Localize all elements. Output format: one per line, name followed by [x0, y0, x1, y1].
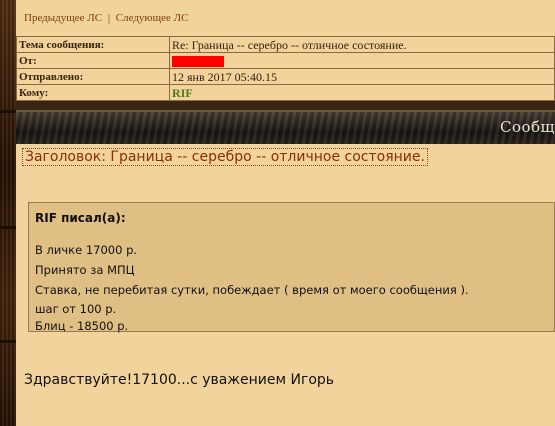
quote-author: RIF писал(а):: [35, 211, 126, 225]
quote-line: Блиц - 18500 р.: [35, 319, 129, 333]
message-title-bar: Сообщ: [16, 110, 555, 146]
frame-divider: [0, 340, 16, 343]
to-label: Кому:: [16, 84, 170, 101]
header-row-sent: Отправлено: 12 янв 2017 05:40.15: [16, 68, 555, 85]
next-message-link[interactable]: Следующее ЛС: [116, 12, 189, 24]
quote-line: Принято за МПЦ: [35, 263, 135, 277]
recipient-link[interactable]: RIF: [172, 86, 193, 100]
quote-line: Ставка, не перебитая сутки, побеждает ( …: [35, 283, 469, 297]
frame-divider: [0, 226, 16, 229]
from-value: [169, 52, 555, 69]
nav-separator: |: [107, 12, 111, 24]
title-bar-caption: Сообщ: [499, 118, 555, 136]
sent-value: 12 янв 2017 05:40.15: [169, 68, 555, 85]
quote-block: RIF писал(а): В личке 17000 р. Принято з…: [28, 202, 555, 333]
quote-line: шаг от 100 р.: [35, 302, 117, 316]
message-header-table: Тема сообщения: Re: Граница -- серебро -…: [16, 36, 555, 101]
to-value: RIF: [169, 84, 555, 101]
header-row-subject: Тема сообщения: Re: Граница -- серебро -…: [16, 36, 555, 53]
sent-label: Отправлено:: [16, 68, 170, 85]
quote-line: В личке 17000 р.: [35, 243, 138, 257]
frame-divider: [0, 110, 16, 113]
subject-value: Re: Граница -- серебро -- отличное состо…: [169, 36, 555, 53]
header-row-to: Кому: RIF: [16, 84, 555, 101]
header-row-from: От:: [16, 52, 555, 69]
subject-label: Тема сообщения:: [16, 36, 170, 53]
left-frame: [0, 0, 16, 426]
from-label: От:: [16, 52, 170, 69]
message-subject: Заголовок: Граница -- серебро -- отлично…: [22, 148, 428, 166]
reply-text: Здравствуйте!17100...с уважением Игорь: [24, 372, 335, 388]
message-body: Заголовок: Граница -- серебро -- отлично…: [16, 144, 555, 426]
prev-message-link[interactable]: Предыдущее ЛС: [24, 12, 102, 24]
redacted-sender: [172, 56, 224, 68]
nav-bar: Предыдущее ЛС | Следующее ЛС: [16, 0, 555, 37]
